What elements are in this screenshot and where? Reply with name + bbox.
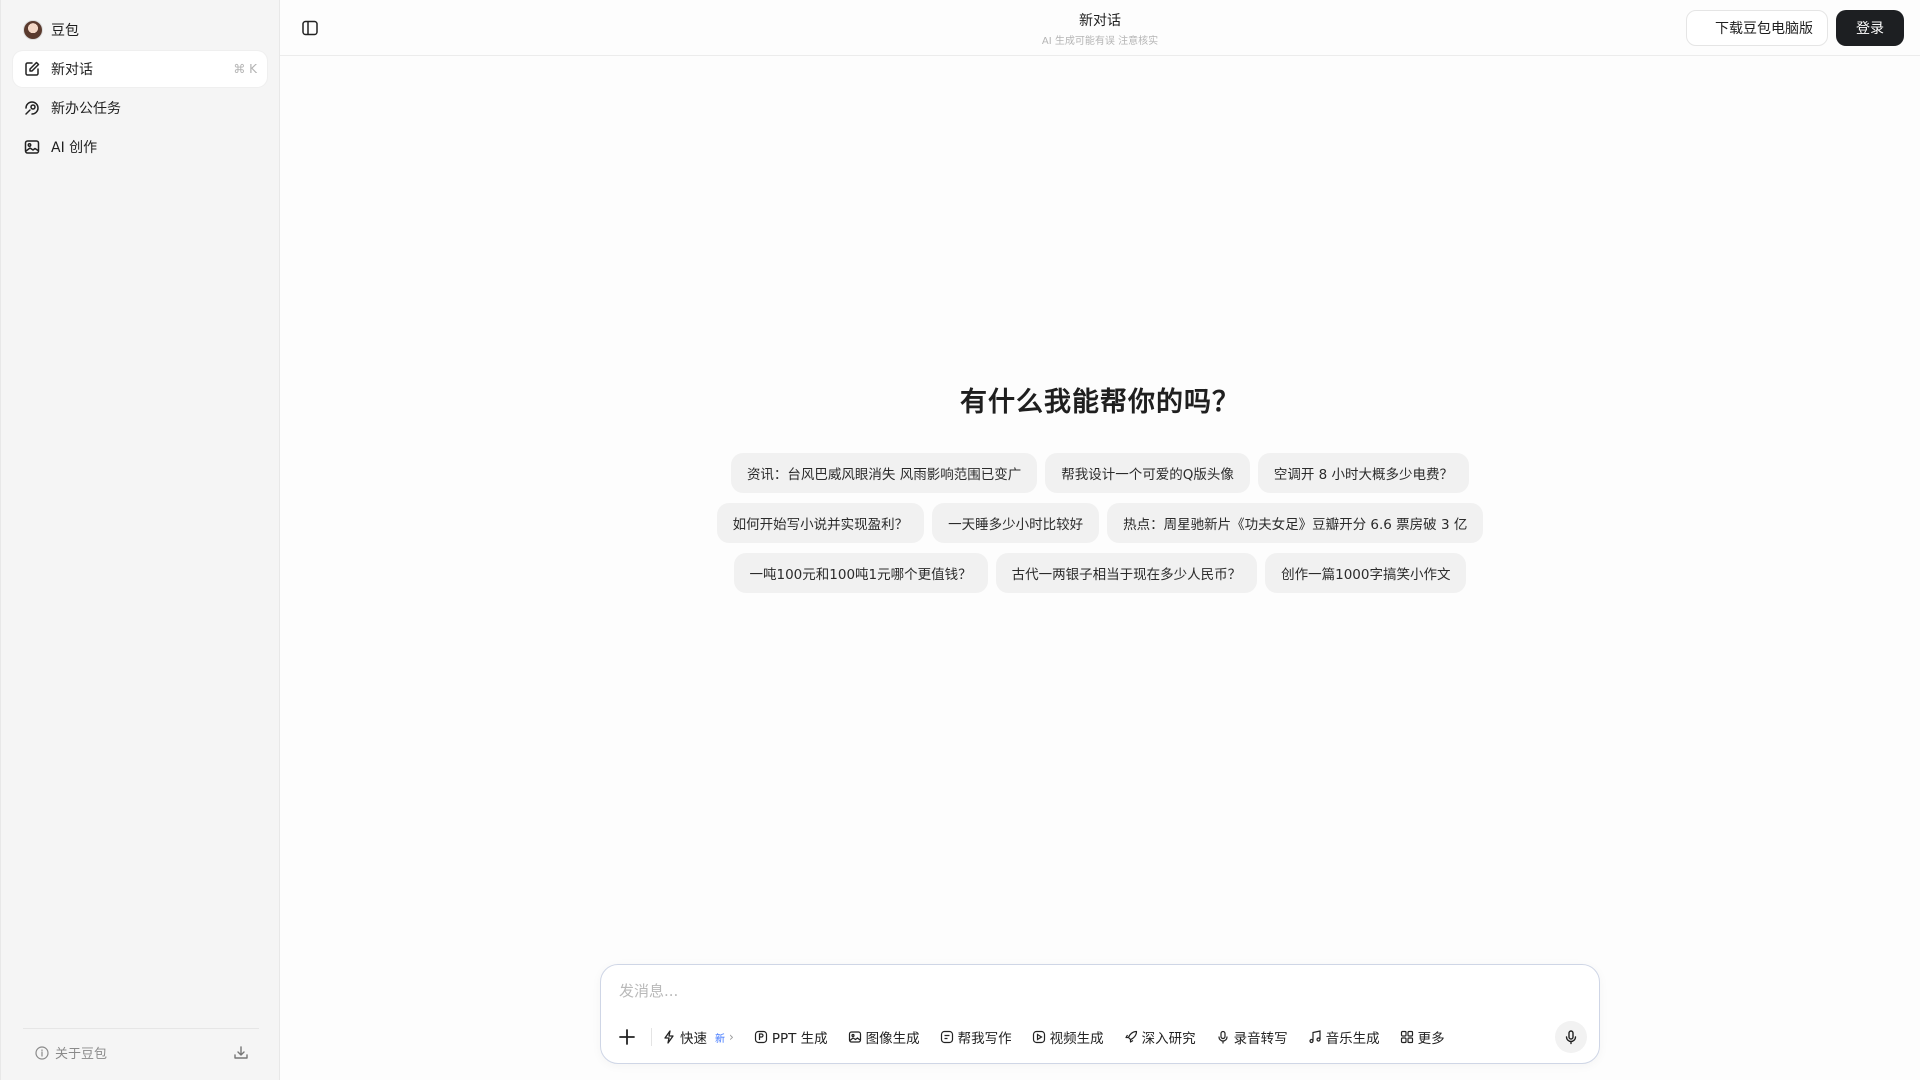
avatar — [23, 20, 43, 40]
tool-transcribe[interactable]: 录音转写 — [1216, 1027, 1288, 1047]
tool-label: 图像生成 — [865, 1031, 920, 1047]
suggestion-chip[interactable]: 资讯：台风巴威风眼消失 风雨影响范围已变广 — [730, 453, 1038, 493]
shortcut-hint: ⌘ K — [233, 62, 257, 76]
about-link[interactable]: 关于豆包 — [23, 1043, 107, 1062]
sidebar: 豆包 新对话 ⌘ K 新办公任务 AI 创作 关于豆包 — [0, 0, 280, 1080]
sidebar-item-label: 新对话 — [51, 62, 93, 78]
tool-label: 视频生成 — [1049, 1031, 1104, 1047]
sidebar-item-label: 新办公任务 — [51, 101, 121, 117]
suggestion-chip[interactable]: 热点：周星驰新片《功夫女足》豆瓣开分 6.6 票房破 3 亿 — [1107, 503, 1484, 543]
tool-label: 录音转写 — [1233, 1031, 1288, 1047]
sidebar-item-ai-create[interactable]: AI 创作 — [13, 129, 267, 165]
tool-label: PPT 生成 — [771, 1031, 828, 1047]
suggestion-chip[interactable]: 如何开始写小说并实现盈利？ — [716, 503, 925, 543]
tool-label: 更多 — [1417, 1031, 1445, 1047]
tool-label: 音乐生成 — [1325, 1031, 1380, 1047]
sidebar-item-new-chat[interactable]: 新对话 ⌘ K — [13, 51, 267, 87]
disclaimer: AI 生成可能有误 注意核实 — [1041, 36, 1159, 47]
tool-label: 帮我写作 — [957, 1031, 1012, 1047]
suggestion-chip[interactable]: 一天睡多少小时比较好 — [932, 503, 1100, 543]
suggestion-chip[interactable]: 帮我设计一个可爱的Q版头像 — [1045, 453, 1250, 493]
message-composer: 快速 新 › PPT 生成 图像生成 — [600, 964, 1600, 1064]
topbar: 新对话 AI 生成可能有误 注意核实 下载豆包电脑版 登录 — [280, 0, 1920, 56]
rocket-icon — [1124, 1030, 1138, 1044]
suggestion-list: 资讯：台风巴威风眼消失 风雨影响范围已变广 帮我设计一个可爱的Q版头像 空调开 … — [280, 453, 1920, 603]
mode-label: 快速 — [680, 1031, 707, 1047]
ppt-icon — [754, 1030, 768, 1044]
sidebar-footer: 关于豆包 — [23, 1028, 259, 1062]
new-badge: 新 — [715, 1033, 725, 1045]
mode-selector[interactable]: 快速 新 › — [662, 1027, 734, 1047]
suggestion-row: 一吨100元和100吨1元哪个更值钱？ 古代一两银子相当于现在多少人民币？ 创作… — [280, 553, 1920, 593]
lightning-icon — [662, 1030, 676, 1044]
suggestion-row: 如何开始写小说并实现盈利？ 一天睡多少小时比较好 热点：周星驰新片《功夫女足》豆… — [280, 503, 1920, 543]
tool-label: 深入研究 — [1141, 1031, 1196, 1047]
brand-name: 豆包 — [51, 23, 79, 39]
video-icon — [1032, 1030, 1046, 1044]
edit-icon — [23, 60, 41, 78]
top-actions: 下载豆包电脑版 登录 — [1686, 10, 1904, 46]
image-icon — [848, 1030, 862, 1044]
main-area: 新对话 AI 生成可能有误 注意核实 下载豆包电脑版 登录 有什么我能帮你的吗？… — [280, 0, 1920, 1080]
suggestion-chip[interactable]: 空调开 8 小时大概多少电费？ — [1257, 453, 1470, 493]
grid-icon — [1400, 1030, 1414, 1044]
page-title: 新对话 — [1079, 13, 1121, 29]
download-desktop-button[interactable]: 下载豆包电脑版 — [1686, 10, 1828, 46]
login-button[interactable]: 登录 — [1836, 10, 1904, 46]
tool-writing[interactable]: 帮我写作 — [940, 1027, 1012, 1047]
tool-research[interactable]: 深入研究 — [1124, 1027, 1196, 1047]
message-input[interactable] — [619, 979, 1519, 1003]
suggestion-chip[interactable]: 一吨100元和100吨1元哪个更值钱？ — [733, 553, 988, 593]
suggestion-chip[interactable]: 古代一两银子相当于现在多少人民币？ — [995, 553, 1258, 593]
office-task-icon — [23, 99, 41, 117]
sidebar-item-label: AI 创作 — [51, 140, 98, 156]
microphone-icon — [1216, 1030, 1230, 1044]
sidebar-item-office-task[interactable]: 新办公任务 — [13, 90, 267, 126]
tool-more[interactable]: 更多 — [1400, 1027, 1445, 1047]
chevron-right-icon: › — [729, 1030, 734, 1044]
voice-input-button[interactable] — [1555, 1021, 1587, 1053]
microphone-icon — [1563, 1029, 1579, 1045]
tool-music[interactable]: 音乐生成 — [1308, 1027, 1380, 1047]
title-block: 新对话 AI 生成可能有误 注意核实 — [280, 10, 1920, 47]
suggestion-chip[interactable]: 创作一篇1000字搞笑小作文 — [1265, 553, 1467, 593]
writing-icon — [940, 1030, 954, 1044]
sidebar-nav: 新对话 ⌘ K 新办公任务 AI 创作 — [1, 51, 279, 168]
info-icon — [35, 1045, 49, 1060]
composer-toolbar: 快速 新 › PPT 生成 图像生成 帮我写作 视频生成 深入研究 录音转写 音… — [613, 1021, 1587, 1053]
about-label: 关于豆包 — [55, 1047, 108, 1062]
suggestion-row: 资讯：台风巴威风眼消失 风雨影响范围已变广 帮我设计一个可爱的Q版头像 空调开 … — [280, 453, 1920, 493]
brand[interactable]: 豆包 — [23, 15, 279, 45]
download-tray-icon[interactable] — [233, 1045, 249, 1061]
tool-image[interactable]: 图像生成 — [848, 1027, 920, 1047]
tool-video[interactable]: 视频生成 — [1032, 1027, 1104, 1047]
image-create-icon — [23, 138, 41, 156]
toolbar-divider — [651, 1028, 652, 1046]
add-attachment-button[interactable] — [613, 1023, 641, 1051]
tool-ppt[interactable]: PPT 生成 — [754, 1027, 828, 1047]
music-icon — [1308, 1030, 1322, 1044]
hero-heading: 有什么我能帮你的吗？ — [960, 387, 1240, 418]
